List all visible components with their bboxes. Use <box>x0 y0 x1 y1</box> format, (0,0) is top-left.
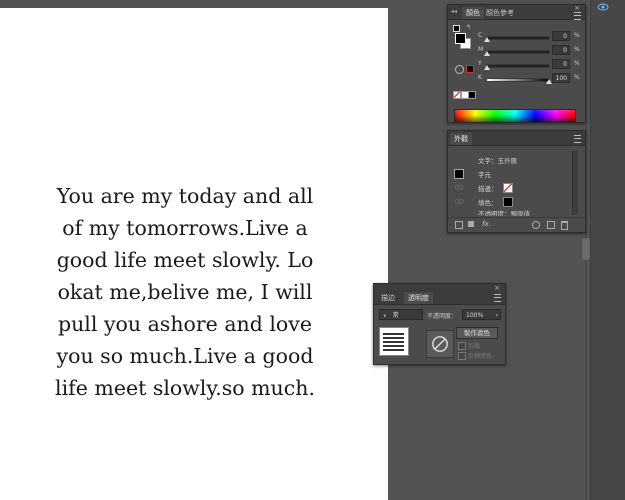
none-swatch[interactable] <box>453 91 461 99</box>
c-value-field[interactable]: 0 <box>552 31 570 41</box>
no-mask-icon <box>432 336 448 352</box>
eye-icon[interactable] <box>454 197 464 206</box>
transparency-panel-tabbar: × 描边 透明度 <box>374 284 505 305</box>
appearance-row-characters[interactable]: 字元 <box>448 167 580 181</box>
tab-transparency[interactable]: 透明度 <box>404 292 433 304</box>
color-spectrum-bar[interactable] <box>454 109 576 123</box>
slider-thumb[interactable] <box>484 65 490 70</box>
canvas-text-line: okat me,belive me, I will <box>57 280 313 304</box>
slider-k[interactable]: K 100 % <box>478 73 588 85</box>
chevron-down-icon: ∨ <box>383 313 387 319</box>
mask-thumbnail[interactable] <box>426 330 454 358</box>
eye-icon[interactable] <box>597 2 609 12</box>
canvas-text-line: pull you ashore and love <box>57 312 312 336</box>
delete-item-icon[interactable] <box>561 221 568 230</box>
appearance-row-opacity[interactable]: 不透明度：預設值 <box>448 208 580 216</box>
make-mask-button[interactable]: 製作遮色 <box>456 327 498 339</box>
slider-thumb[interactable] <box>484 51 490 56</box>
appearance-row-stroke[interactable]: 描邊： <box>448 181 580 195</box>
fill-black-swatch[interactable] <box>503 197 513 207</box>
fill-stroke-widget[interactable]: ↰ <box>453 25 473 49</box>
canvas-text-block[interactable]: You are my today and all of my tomorrows… <box>40 180 330 404</box>
object-thumbnail-swatch <box>454 169 464 179</box>
web-safe-swatch[interactable] <box>466 65 474 73</box>
appearance-row-fill[interactable]: 填色： <box>448 195 580 209</box>
tab-appearance[interactable]: 外觀 <box>450 133 472 145</box>
add-fill-icon[interactable] <box>468 221 474 227</box>
appearance-panel: 外觀 文字：玉外匯 字元 描邊： 填色： 不透明度：預設值 fx. <box>447 130 586 233</box>
panel-menu-icon[interactable] <box>574 135 581 143</box>
appearance-panel-tabbar: 外觀 <box>448 131 585 146</box>
opacity-label: 不透明度： <box>427 313 458 320</box>
none-white-black-swatches[interactable] <box>453 91 476 99</box>
dock-scrollbar-thumb[interactable] <box>582 238 590 260</box>
appearance-scrollbar[interactable] <box>572 151 578 215</box>
duplicate-item-icon[interactable] <box>547 221 555 229</box>
slider-m[interactable]: M 0 % <box>478 45 588 57</box>
color-panel-tabbar: ◂◂ × 顏色 顏色參考 <box>448 4 585 20</box>
invert-mask-label: 反轉遮色 <box>468 353 493 360</box>
canvas-text-line: good life meet slowly. Lo <box>56 248 314 272</box>
k-value-field[interactable]: 100 <box>552 73 570 83</box>
out-of-gamut-icon[interactable] <box>455 65 464 74</box>
right-dock <box>590 0 625 500</box>
canvas-text-line: of my tomorrows.Live a <box>62 216 308 240</box>
canvas-text-line: You are my today and all <box>56 184 314 208</box>
canvas-text-line: life meet slowly.so much. <box>55 376 315 400</box>
canvas-text-line: you so much.Live a good <box>56 344 314 368</box>
panel-collapse-icon[interactable]: ◂◂ <box>451 8 457 15</box>
tab-stroke[interactable]: 描边 <box>377 292 399 304</box>
blend-mode-select[interactable]: ∨ 常 <box>379 309 423 320</box>
add-effect-icon[interactable]: fx. <box>482 220 491 228</box>
panel-menu-icon[interactable] <box>494 294 501 302</box>
black-swatch[interactable] <box>468 91 476 99</box>
fill-swatch[interactable] <box>455 33 466 44</box>
tab-color-guide[interactable]: 顏色參考 <box>482 7 518 19</box>
slider-thumb[interactable] <box>484 37 490 42</box>
clip-checkbox[interactable] <box>458 342 466 350</box>
object-thumbnail[interactable] <box>379 327 409 356</box>
transparency-panel: × 描边 透明度 ∨ 常 不透明度： 100% › 製作遮色 剪裁 反轉遮色 <box>373 283 506 365</box>
opacity-input[interactable]: 100% › <box>462 309 501 320</box>
stroke-none-swatch[interactable] <box>503 183 513 193</box>
m-value-field[interactable]: 0 <box>552 45 570 55</box>
close-icon[interactable]: × <box>574 4 580 12</box>
close-icon[interactable]: × <box>494 284 500 292</box>
clear-appearance-icon[interactable] <box>532 221 540 229</box>
y-value-field[interactable]: 0 <box>552 59 570 69</box>
add-stroke-icon[interactable] <box>455 221 463 229</box>
slider-c[interactable]: C 0 % <box>478 31 588 43</box>
panel-menu-icon[interactable] <box>574 12 581 20</box>
eye-icon[interactable] <box>454 183 464 192</box>
chevron-right-icon: › <box>495 312 498 319</box>
clip-label: 剪裁 <box>468 343 481 350</box>
default-colors-icon[interactable] <box>453 25 460 32</box>
appearance-header-row: 文字：玉外匯 <box>478 157 517 165</box>
appearance-footer-toolbar: fx. <box>448 217 585 232</box>
invert-mask-checkbox[interactable] <box>458 352 466 360</box>
swap-colors-icon[interactable]: ↰ <box>466 25 471 31</box>
slider-y[interactable]: Y 0 % <box>478 59 588 71</box>
tab-color[interactable]: 顏色 <box>462 7 484 19</box>
color-panel: ◂◂ × 顏色 顏色參考 ↰ C 0 % M 0 % Y 0 % K 100 % <box>447 4 586 123</box>
